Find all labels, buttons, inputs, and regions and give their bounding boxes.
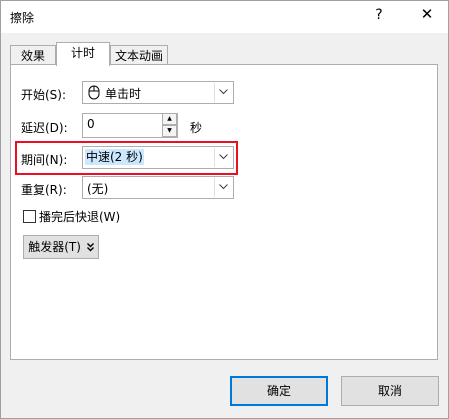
help-button[interactable]: ? [371,7,387,27]
start-value: 单击时 [105,87,142,101]
tab-text-animation[interactable]: 文本动画 [110,45,168,66]
tab-label: 文本动画 [114,49,163,63]
cancel-button[interactable]: 取消 [341,376,439,406]
tab-label: 效果 [20,49,45,63]
duration-combobox[interactable]: 中速(2 秒) [82,146,234,169]
dialog-window: 擦除 ? ✕ 效果 计时 文本动画 开始(S): 单击时 延迟(D): 0 ▲ … [0,0,449,419]
trigger-label: 触发器(T) [28,240,81,254]
delay-label: 延迟(D): [21,121,68,135]
start-combobox[interactable]: 单击时 [82,81,234,104]
start-label: 开始(S): [21,88,67,102]
tab-effect[interactable]: 效果 [10,45,56,66]
delay-increment-button[interactable]: ▲ [162,113,177,125]
trigger-button[interactable]: 触发器(T) [23,235,99,259]
chevron-down-icon[interactable] [214,83,232,102]
close-button[interactable]: ✕ [419,5,435,27]
cancel-label: 取消 [377,384,402,398]
double-chevron-down-icon [86,243,94,252]
tab-label: 计时 [70,46,95,60]
duration-label: 期间(N): [21,153,68,167]
rewind-checkbox[interactable] [23,210,36,223]
delay-decrement-button[interactable]: ▼ [162,125,177,137]
repeat-label: 重复(R): [21,183,67,197]
chevron-down-icon[interactable] [214,178,232,197]
dialog-title: 擦除 [10,11,35,25]
repeat-value: (无) [87,182,109,196]
delay-unit: 秒 [190,121,203,135]
timing-panel: 开始(S): 单击时 延迟(D): 0 ▲ ▼ 秒 期间(N): 中速(2 秒) [10,64,438,360]
title-bar: 擦除 ? ✕ [1,1,448,33]
duration-value: 中速(2 秒) [85,149,144,165]
delay-value: 0 [87,117,95,131]
chevron-down-icon[interactable] [214,148,232,167]
rewind-label[interactable]: 播完后快退(W) [39,208,120,225]
ok-button[interactable]: 确定 [230,376,328,406]
tab-timing[interactable]: 计时 [56,42,110,66]
ok-label: 确定 [266,384,291,398]
mouse-icon [88,85,100,100]
repeat-combobox[interactable]: (无) [82,176,234,199]
